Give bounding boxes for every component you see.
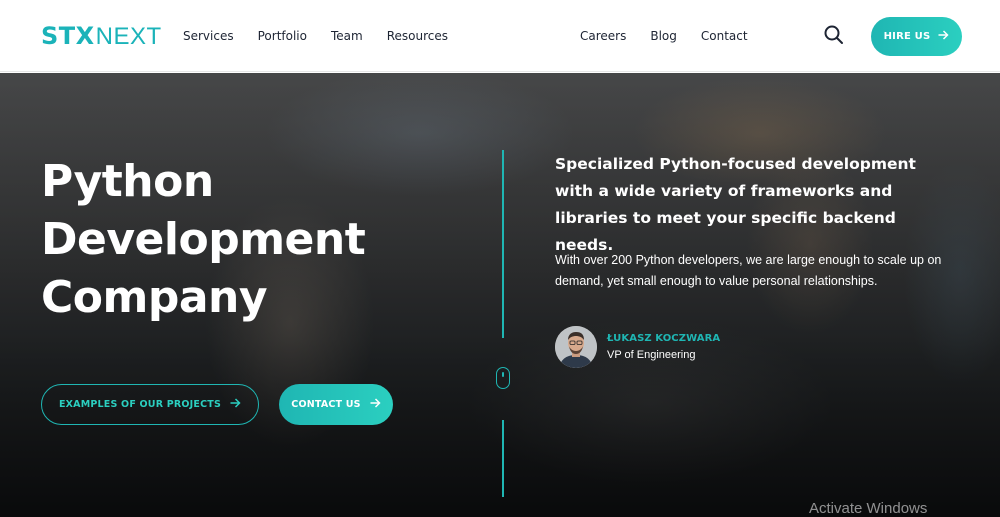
nav-resources[interactable]: Resources (387, 28, 448, 44)
person-role: VP of Engineering (607, 349, 696, 361)
person-name: ŁUKASZ KOCZWARA (607, 333, 721, 344)
arrow-right-icon (230, 398, 241, 411)
contact-us-button[interactable]: CONTACT US (279, 384, 393, 425)
divider-line-bottom (502, 420, 504, 497)
nav-services[interactable]: Services (183, 28, 234, 44)
hire-us-button[interactable]: HIRE US (871, 17, 962, 56)
mouse-scroll-icon[interactable] (496, 367, 510, 389)
logo-next-text: NEXT (95, 23, 162, 50)
nav-team[interactable]: Team (331, 28, 363, 44)
title-line-2: Development (41, 214, 366, 265)
examples-of-projects-label: EXAMPLES OF OUR PROJECTS (58, 399, 222, 410)
quote-author: ŁUKASZ KOCZWARA VP of Engineering (555, 326, 720, 368)
examples-of-projects-button[interactable]: EXAMPLES OF OUR PROJECTS (41, 384, 259, 425)
contact-us-label: CONTACT US (291, 399, 361, 410)
nav-careers[interactable]: Careers (580, 28, 626, 44)
page-title: Python Development Company (41, 153, 461, 327)
title-line-1: Python (41, 156, 214, 207)
stx-next-logo[interactable]: STX NEXT (41, 22, 162, 50)
logo-stx-text: STX (41, 22, 95, 50)
divider-line-top (502, 150, 504, 338)
site-header: STX NEXT Services Portfolio Team Resourc… (0, 0, 1000, 72)
search-icon[interactable] (823, 24, 845, 46)
hero-lead-text: Specialized Python-focused development w… (555, 155, 916, 254)
nav-portfolio[interactable]: Portfolio (258, 28, 307, 44)
title-line-3: Company (41, 272, 268, 323)
nav-contact[interactable]: Contact (701, 28, 748, 44)
activate-windows-watermark: Activate Windows (809, 500, 928, 517)
hero-sub-text: With over 200 Python developers, we are … (555, 253, 942, 288)
nav-blog[interactable]: Blog (650, 28, 677, 44)
arrow-right-icon (370, 398, 381, 411)
secondary-nav: Careers Blog Contact (580, 28, 772, 44)
arrow-right-icon (938, 30, 949, 43)
primary-nav: Services Portfolio Team Resources (183, 28, 472, 44)
avatar (555, 326, 597, 368)
hire-us-label: HIRE US (883, 31, 931, 42)
hero-section: Python Development Company EXAMPLES OF O… (0, 73, 1000, 517)
